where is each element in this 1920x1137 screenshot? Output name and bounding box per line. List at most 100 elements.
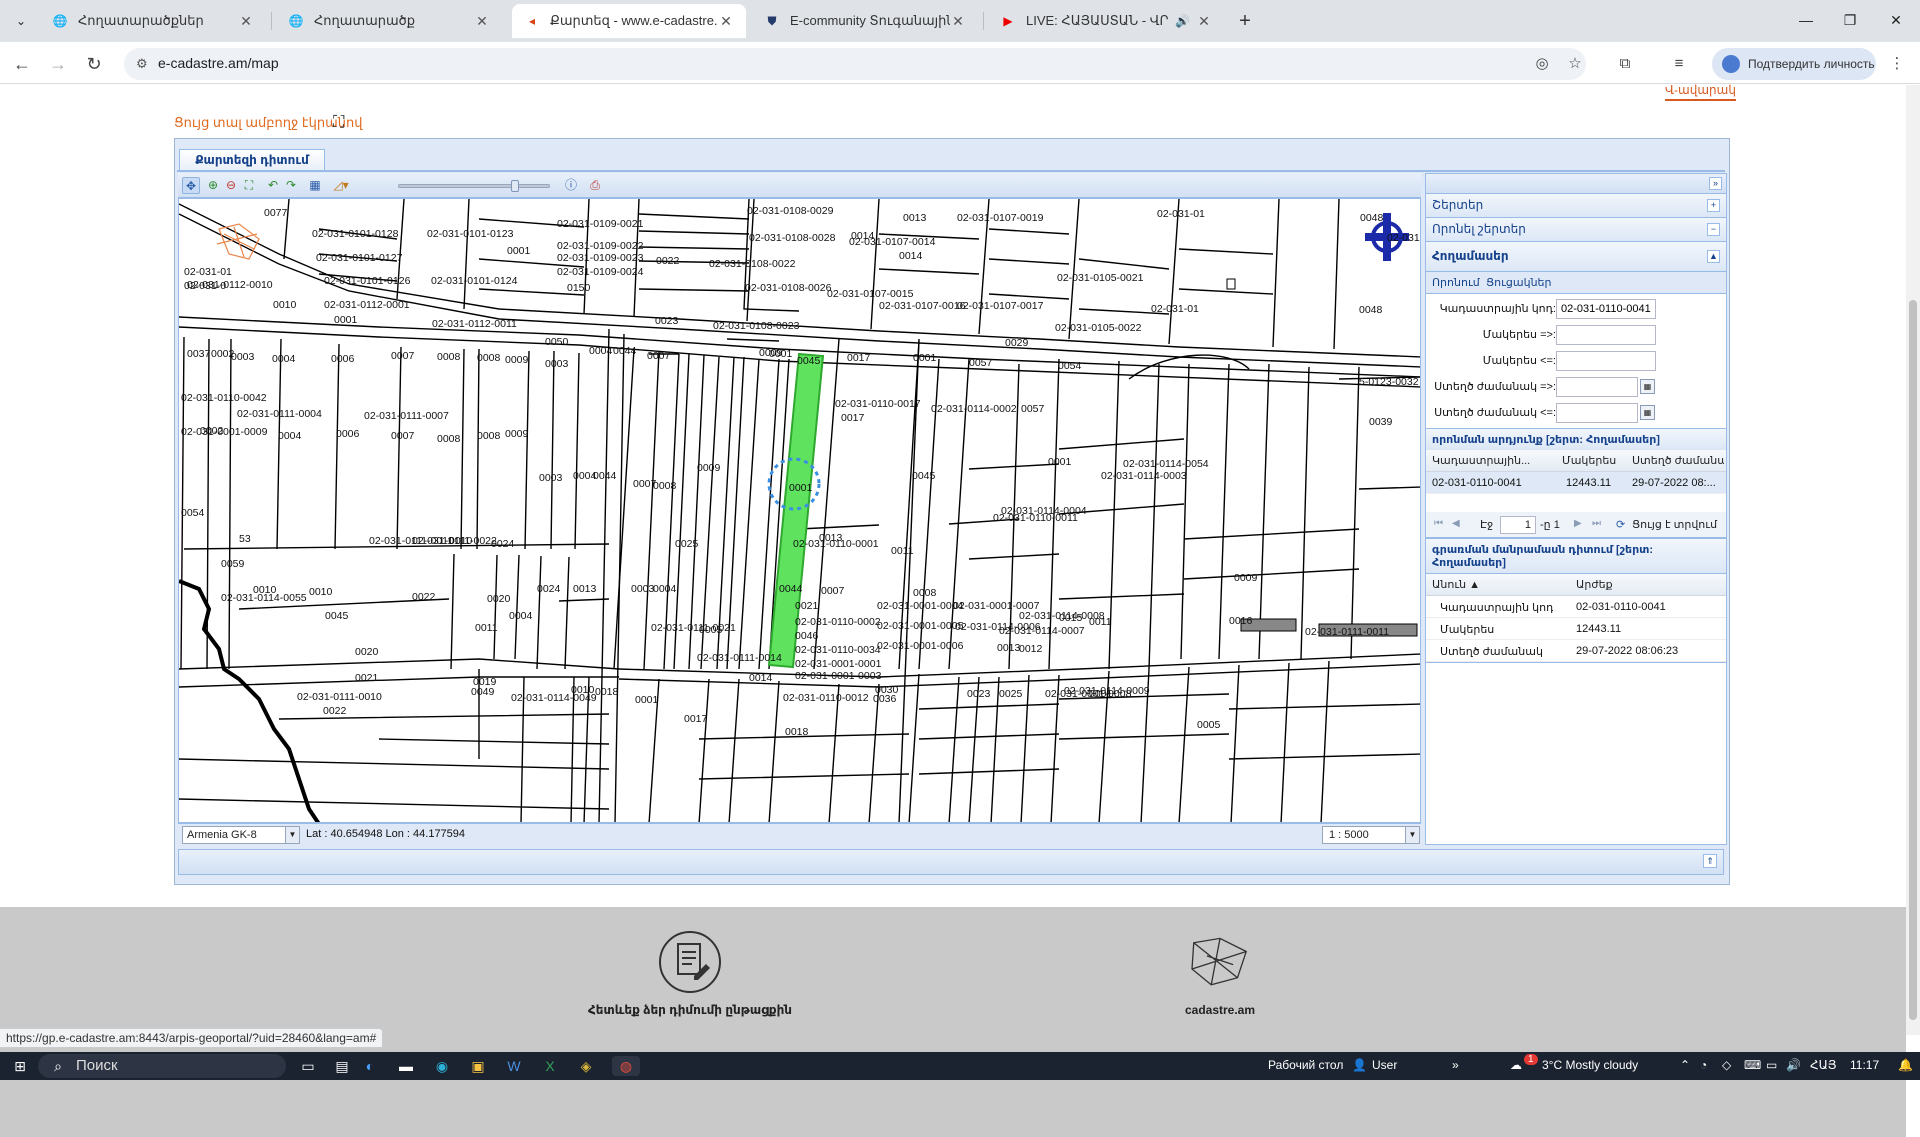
accordion-layers[interactable]: Շերտեր + — [1426, 194, 1726, 218]
zoom-extent-icon[interactable]: ⛶ — [240, 177, 258, 194]
calendar-icon[interactable]: ▦ — [1640, 379, 1655, 394]
next-extent-icon[interactable]: ↷ — [282, 177, 300, 194]
expand-up-icon[interactable]: ⇑ — [1703, 854, 1717, 868]
close-tab-icon[interactable]: ✕ — [238, 13, 254, 30]
date-from-input[interactable] — [1556, 377, 1638, 397]
user-label[interactable]: User — [1372, 1058, 1397, 1072]
top-right-link[interactable]: Վ-ավարակ — [1665, 83, 1736, 101]
chrome-icon[interactable]: ◍ — [612, 1056, 640, 1076]
reload-button[interactable]: ↻ — [80, 50, 108, 78]
chevron-right-icon[interactable]: » — [1452, 1058, 1459, 1072]
cadastral-map[interactable]: 0077 02-031-0101-0128 02-031-0101-0123 02-0… — [179, 199, 1421, 823]
tab-search[interactable]: Որոնում — [1432, 276, 1480, 289]
url-field[interactable]: ⚙ e-cadastre.am/map — [124, 48, 1586, 80]
edge-icon[interactable]: ◉ — [430, 1056, 454, 1076]
last-page-icon[interactable]: ⏭ — [1592, 518, 1601, 529]
bookmark-star-icon[interactable]: ☆ — [1564, 53, 1586, 75]
cadastre-link[interactable]: cadastre.am — [1140, 927, 1300, 1017]
minimize-button[interactable]: — — [1786, 8, 1826, 32]
accordion-parcels[interactable]: Հողամասեր ▲ — [1426, 242, 1726, 272]
table-row[interactable]: Ստեղծ ժամանակ 29-07-2022 08:06:23 — [1426, 640, 1726, 662]
clock[interactable]: 11:17 — [1850, 1058, 1879, 1072]
speaker-icon[interactable]: 🔊 — [1786, 1058, 1801, 1072]
collapse-icon[interactable]: − — [1707, 223, 1720, 236]
column-header[interactable]: Անուն ▲ — [1432, 578, 1480, 591]
zoom-slider-knob[interactable] — [511, 180, 519, 192]
column-header[interactable]: Արժեք — [1576, 578, 1613, 591]
prev-page-icon[interactable]: ◀ — [1452, 518, 1460, 529]
identify-tool-icon[interactable]: ▦ — [306, 177, 324, 194]
site-info-icon[interactable]: ⚙ — [136, 56, 148, 72]
chevron-down-icon[interactable]: ▼ — [285, 827, 299, 843]
table-row[interactable]: Մակերես 12443.11 — [1426, 618, 1726, 640]
next-page-icon[interactable]: ▶ — [1574, 518, 1582, 529]
taskbar-search[interactable]: Поиск — [38, 1054, 286, 1078]
cadastral-code-input[interactable] — [1556, 299, 1656, 319]
windows-start-icon[interactable]: ⊞ — [8, 1056, 32, 1076]
back-button[interactable]: ← — [8, 50, 36, 78]
accordion-search-layers[interactable]: Որոնել շերտեր − — [1426, 218, 1726, 242]
expand-icon[interactable]: + — [1707, 199, 1720, 212]
pan-tool-icon[interactable]: ✥ — [182, 177, 200, 194]
column-header[interactable]: Ստեղծ ժամանակ... — [1632, 454, 1724, 467]
task-view-icon[interactable]: ▭ — [296, 1056, 320, 1076]
desktop-label[interactable]: Рабочий стол — [1268, 1058, 1343, 1072]
page-scrollbar[interactable] — [1906, 85, 1920, 1035]
print-icon[interactable]: ⎙ — [586, 177, 604, 194]
keyboard-icon[interactable]: ⌨ — [1744, 1058, 1761, 1072]
previous-extent-icon[interactable]: ↶ — [264, 177, 282, 194]
calendar-icon[interactable]: ▦ — [1640, 405, 1655, 420]
widgets-icon[interactable]: ▤ — [330, 1056, 354, 1076]
chevron-up-icon[interactable]: ▲ — [1707, 250, 1720, 263]
chevron-down-icon[interactable]: ▼ — [1405, 827, 1419, 843]
scrollbar-thumb[interactable] — [1909, 300, 1917, 1020]
area-min-input[interactable] — [1556, 325, 1656, 345]
word-icon[interactable]: W — [502, 1056, 526, 1076]
browser-tab-4[interactable]: ⛊ E-community Տուգանայինաներ ✕ — [752, 4, 978, 38]
extensions-icon[interactable]: ⧉ — [1614, 53, 1636, 75]
zoom-in-tool-icon[interactable]: ⊕ — [204, 177, 222, 194]
collapse-handle[interactable] — [175, 139, 1729, 149]
file-explorer-icon[interactable]: ▣ — [466, 1056, 490, 1076]
first-page-icon[interactable]: ⏮ — [1434, 518, 1443, 529]
language-indicator[interactable]: ՀԱՅ — [1810, 1058, 1837, 1072]
date-to-input[interactable] — [1556, 403, 1638, 423]
zoom-out-tool-icon[interactable]: ⊖ — [222, 177, 240, 194]
tab-search-button[interactable]: ⌄ — [8, 9, 34, 33]
browser-tab-2[interactable]: 🌐 Հողատարածք ✕ — [276, 4, 502, 38]
app-icon[interactable]: ◈ — [574, 1056, 598, 1076]
tray-overflow-icon[interactable]: ⌃ — [1680, 1058, 1690, 1072]
zoom-slider[interactable] — [398, 180, 550, 192]
display-icon[interactable]: ▭ — [1766, 1058, 1777, 1072]
media-controls-icon[interactable]: ≡ — [1668, 53, 1690, 75]
column-header[interactable]: Մակերես — [1562, 454, 1616, 467]
forward-button[interactable]: → — [44, 50, 72, 78]
close-tab-icon[interactable]: ✕ — [718, 13, 734, 30]
browser-menu-icon[interactable]: ⋮ — [1886, 53, 1908, 75]
close-tab-icon[interactable]: ✕ — [1196, 13, 1212, 30]
fullscreen-icon[interactable]: ⛶ — [333, 114, 344, 132]
restore-button[interactable]: ❐ — [1830, 8, 1870, 32]
close-window-button[interactable]: ✕ — [1876, 8, 1916, 32]
close-tab-icon[interactable]: ✕ — [950, 13, 966, 30]
browser-tab-5[interactable]: ▶ LIVE: ՀԱՅԱՍՏԱՆ - ՎՐԱՍ 🔊 ✕ — [988, 4, 1224, 38]
tray-app-icon[interactable]: ◔ — [1700, 1058, 1707, 1072]
verify-identity-button[interactable]: Подтвердить личность — [1712, 48, 1876, 80]
vpn-icon[interactable]: ◇ — [1722, 1058, 1731, 1072]
info-icon[interactable]: ⓘ — [562, 177, 580, 194]
weather-label[interactable]: 3°C Mostly cloudy — [1542, 1058, 1638, 1072]
refresh-icon[interactable]: ⟳ — [1616, 518, 1625, 531]
table-row[interactable]: Կադաստրային կոդ 02-031-0110-0041 — [1426, 596, 1726, 618]
area-max-input[interactable] — [1556, 351, 1656, 371]
browser-tab-1[interactable]: 🌐 Հողատարածքներ ✕ — [40, 4, 266, 38]
table-row[interactable]: 02-031-0110-0041 12443.11 29-07-2022 08:… — [1426, 472, 1726, 494]
new-tab-button[interactable]: + — [1232, 8, 1258, 34]
column-header[interactable]: Կադաստրային... — [1432, 454, 1532, 467]
track-application-link[interactable]: Հետևեք ձեր դիմումի ընթացքին — [560, 927, 820, 1017]
collapse-panel-icon[interactable]: » — [1709, 177, 1722, 190]
copilot-icon[interactable]: ◐ — [358, 1056, 382, 1076]
projection-select[interactable]: Armenia GK-8 ▼ — [182, 826, 300, 844]
browser-tab-3-active[interactable]: ◂ Քարտեզ - www.e-cadastre.am ✕ — [512, 4, 746, 38]
tab-lists[interactable]: Ցուցակներ — [1486, 276, 1552, 289]
measure-tool-icon[interactable]: ◿▾ — [328, 177, 354, 194]
